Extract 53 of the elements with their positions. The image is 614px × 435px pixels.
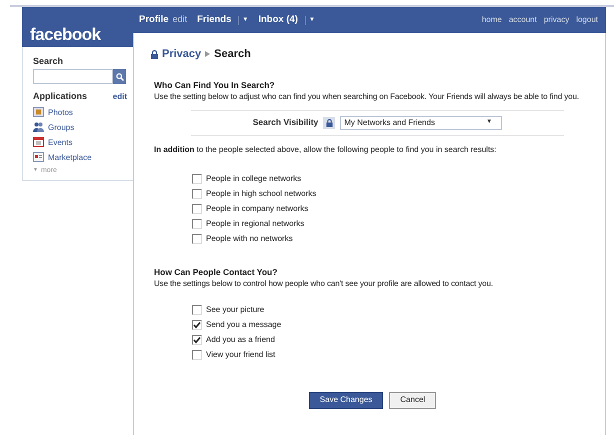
checkbox[interactable] — [192, 188, 202, 198]
nav-link[interactable]: Friends — [197, 12, 234, 28]
people-icon — [33, 122, 44, 132]
section-heading: Who Can Find You In Search? — [154, 80, 276, 90]
checkbox[interactable] — [192, 320, 202, 330]
checkbox[interactable] — [192, 304, 202, 314]
breadcrumb-link[interactable]: Privacy — [162, 46, 202, 62]
listing-icon — [33, 152, 44, 162]
section-heading: How Can People Contact You? — [154, 266, 278, 278]
app-link[interactable]: Marketplace — [33, 150, 127, 164]
section-description: Use the settings below to control how people who can't see your profile are allowed to contact you. — [154, 278, 494, 288]
account-link[interactable]: home — [482, 14, 502, 26]
save-button[interactable]: Save Changes — [308, 392, 384, 408]
photo-icon — [33, 107, 44, 117]
instruction-text: In addition to the people selected above, allow the following people to find you in search results: — [154, 144, 498, 154]
section-description: Use the setting below to adjust who can find you when searching on Facebook. Your Friends will always be able to find you. — [154, 90, 580, 102]
account-link[interactable]: privacy — [544, 14, 570, 26]
nav-link[interactable]: Inbox (4) — [258, 12, 301, 28]
checkbox[interactable] — [192, 174, 202, 184]
search-button[interactable] — [113, 69, 126, 84]
search-field[interactable] — [33, 69, 113, 84]
calendar-icon — [33, 137, 44, 147]
checkbox-label: People in company networks — [206, 202, 308, 214]
app-link[interactable]: Events — [33, 136, 127, 148]
app-link[interactable]: Photos — [33, 106, 127, 118]
nav-link[interactable]: edit — [172, 13, 188, 27]
search-icon — [116, 72, 124, 80]
account-link[interactable]: logout — [576, 14, 598, 26]
account-link[interactable]: account — [508, 14, 537, 26]
lock-icon — [151, 50, 158, 59]
page-title: Search — [214, 47, 251, 62]
nav-link[interactable]: Profile — [139, 12, 169, 28]
checkbox-label: Add you as a friend — [206, 334, 275, 346]
checkbox-label: People in high school networks — [206, 188, 316, 200]
search-visibility-label: Search Visibility — [252, 116, 318, 129]
breadcrumb-arrow-icon — [205, 51, 210, 58]
checkbox-label: See your picture — [206, 304, 264, 316]
edit-link[interactable]: edit — [112, 91, 127, 103]
checkbox[interactable] — [192, 350, 202, 360]
lock-icon — [323, 116, 336, 128]
search-label: Search — [33, 55, 64, 67]
checkbox-label: People in college networks — [206, 172, 302, 184]
checkbox-label: People in regional networks — [206, 218, 304, 230]
applications-heading: Applications — [33, 90, 88, 103]
checkbox[interactable] — [192, 334, 202, 344]
checkbox-label: View your friend list — [206, 348, 276, 360]
cancel-button[interactable]: Cancel — [389, 392, 436, 408]
checkbox[interactable] — [192, 234, 202, 244]
checkbox-label: Send you a message — [206, 318, 282, 330]
checkbox[interactable] — [192, 204, 202, 214]
checkbox[interactable] — [192, 218, 202, 228]
checkbox-label: People with no networks — [206, 232, 293, 244]
app-link[interactable]: Groups — [33, 120, 127, 134]
